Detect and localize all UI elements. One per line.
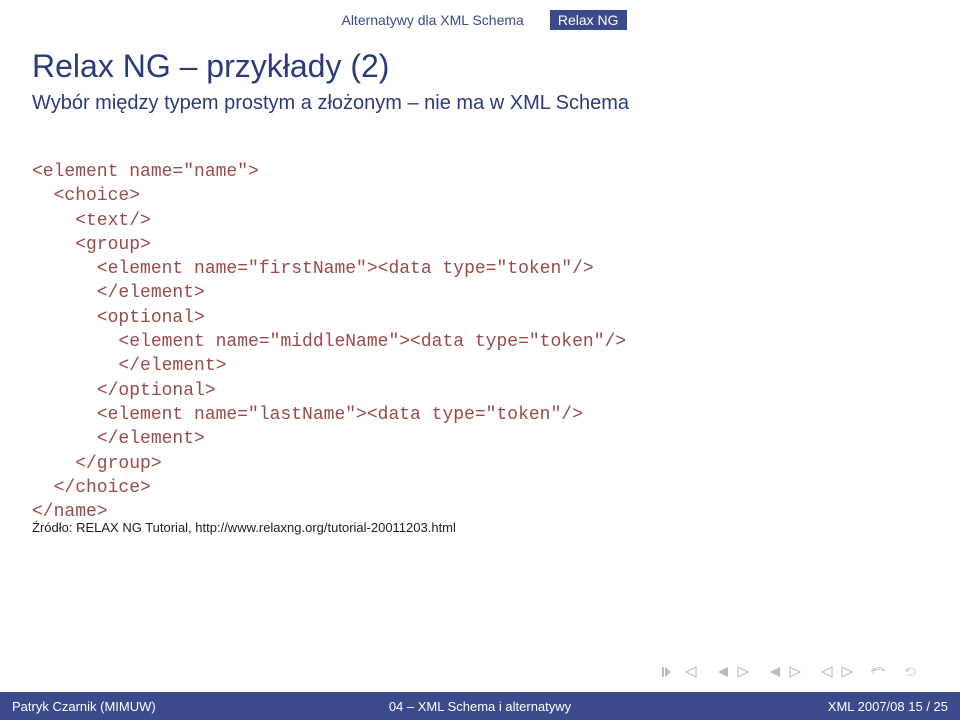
nav-prev-icon[interactable]	[714, 666, 752, 678]
source-citation: Źródło: RELAX NG Tutorial, http://www.re…	[32, 520, 456, 535]
nav-back-icon[interactable]	[870, 664, 888, 680]
breadcrumb-section: Alternatywy dla XML Schema	[333, 10, 531, 30]
page-subtitle: Wybór między typem prostym a złożonym – …	[32, 92, 629, 115]
nav-cycle-icon[interactable]	[902, 664, 920, 680]
footer-title: 04 – XML Schema i alternatywy	[0, 699, 960, 714]
nav-next-icon[interactable]	[766, 666, 804, 678]
nav-first-icon[interactable]	[662, 666, 700, 678]
page-title: Relax NG – przykłady (2)	[32, 48, 389, 85]
footer: Patryk Czarnik (MIMUW) 04 – XML Schema i…	[0, 692, 960, 720]
nav-last-icon[interactable]	[818, 666, 856, 678]
breadcrumb: Alternatywy dla XML Schema Relax NG	[0, 10, 960, 30]
breadcrumb-subsection: Relax NG	[550, 10, 627, 30]
code-block: <element name="name"> <choice> <text/> <…	[32, 160, 626, 524]
nav-controls	[662, 664, 920, 680]
